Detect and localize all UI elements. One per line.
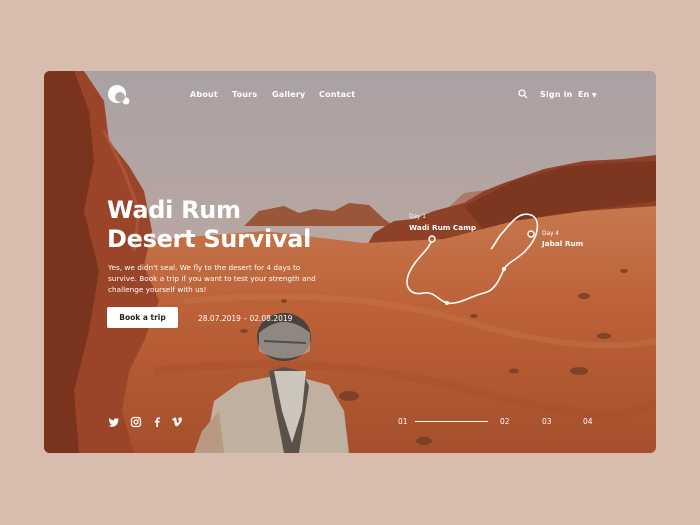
hero-title: Wadi Rum Desert Survival (107, 196, 347, 254)
slide-indicator-01[interactable]: 01 (398, 417, 408, 426)
search-icon[interactable] (518, 89, 528, 99)
hero-title-line-1: Wadi Rum (107, 196, 241, 224)
route-end-marker (527, 230, 535, 238)
instagram-icon[interactable] (130, 416, 142, 428)
route-start-day: Day 1 (409, 214, 426, 220)
nav-tours[interactable]: Tours (232, 90, 257, 99)
nav-about[interactable]: About (190, 90, 218, 99)
twitter-icon[interactable] (108, 416, 120, 428)
trip-dates: 28.07.2019 – 02.08.2019 (198, 314, 293, 323)
hero-description: Yes, we didn't seal. We fly to the deser… (108, 263, 316, 294)
route-end-name: Jabal Rum (542, 239, 584, 248)
slide-indicator-04[interactable]: 04 (583, 417, 593, 426)
route-start-name: Wadi Rum Camp (409, 223, 477, 232)
slide-indicator-02[interactable]: 02 (500, 417, 510, 426)
brand-logo[interactable] (108, 85, 130, 107)
route-waypoint (502, 267, 506, 271)
nav-contact[interactable]: Contact (319, 90, 355, 99)
slide-indicator-03[interactable]: 03 (542, 417, 552, 426)
facebook-icon[interactable] (151, 416, 163, 428)
chevron-down-icon: ▼ (591, 92, 597, 99)
book-trip-button[interactable]: Book a trip (107, 307, 178, 328)
slide-progress-line (415, 421, 488, 422)
vimeo-icon[interactable] (171, 416, 183, 428)
sign-in-link[interactable]: Sign in (540, 90, 573, 99)
language-selector[interactable]: En ▼ (578, 90, 597, 99)
route-end-day: Day 4 (542, 231, 559, 237)
nav-gallery[interactable]: Gallery (272, 90, 305, 99)
hero-title-line-2: Desert Survival (107, 225, 312, 253)
hero-card: About Tours Gallery Contact Sign in En ▼… (44, 71, 656, 453)
route-waypoint (445, 301, 449, 305)
route-start-marker (428, 235, 436, 243)
language-label: En (578, 90, 590, 99)
